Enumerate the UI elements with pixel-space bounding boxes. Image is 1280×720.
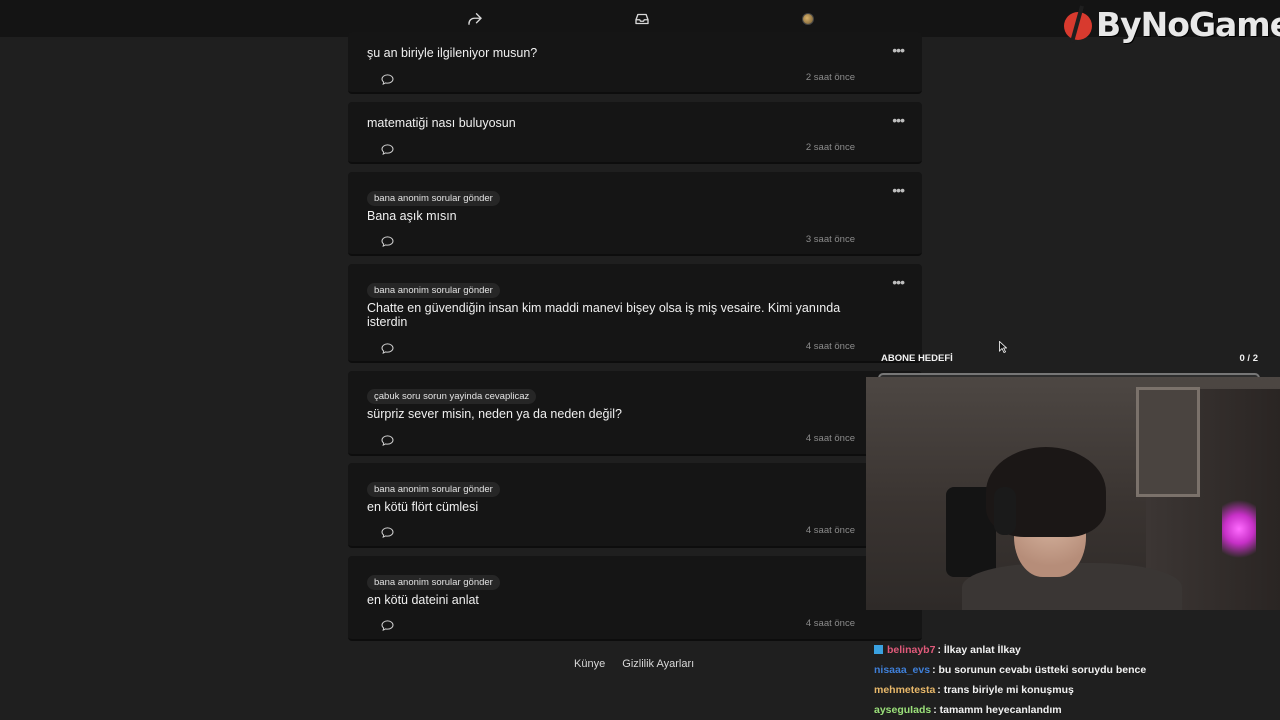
question-text: Bana aşık mısın: [367, 209, 457, 223]
chat-text: : tamamm heyecanlandım: [933, 704, 1062, 716]
chat-message: nisaaa_evs: bu sorunun cevabı üstteki so…: [874, 660, 1274, 680]
more-options-icon[interactable]: •••: [892, 275, 905, 289]
bynogame-logo-icon: [1062, 4, 1096, 44]
question-text: Chatte en güvendiğin insan kim maddi man…: [367, 301, 841, 329]
avatar-image: [802, 13, 814, 25]
timestamp: 2 saat önce: [805, 72, 855, 83]
headset-icon: [994, 487, 1016, 535]
chat-message: belinayb7: İlkay anlat İlkay: [874, 640, 1274, 660]
timestamp: 3 saat önce: [805, 234, 855, 245]
question-card[interactable]: ••• bana anonim sorular gönder Chatte en…: [348, 264, 922, 363]
question-tag: bana anonim sorular gönder: [367, 575, 500, 590]
chat-username: ayseguIads: [874, 704, 932, 716]
question-card[interactable]: çabuk soru sorun yayinda cevaplicaz sürp…: [348, 371, 922, 456]
question-card[interactable]: bana anonim sorular gönder en kötü datei…: [348, 556, 922, 641]
comment-icon[interactable]: [381, 72, 394, 86]
more-options-icon[interactable]: •••: [892, 43, 905, 57]
chat-text: : İlkay anlat İlkay: [937, 644, 1021, 656]
timestamp: 4 saat önce: [805, 341, 855, 352]
question-card[interactable]: bana anonim sorular gönder en kötü flört…: [348, 463, 922, 548]
timestamp: 2 saat önce: [805, 142, 855, 153]
webcam-pink-light: [1222, 497, 1256, 561]
chat-message: ayseguIads: tamamm heyecanlandım: [874, 700, 1274, 720]
question-tag: bana anonim sorular gönder: [367, 191, 500, 206]
inbox-icon[interactable]: [632, 9, 652, 29]
more-options-icon[interactable]: •••: [892, 183, 905, 197]
privacy-settings-link[interactable]: Gizlilik Ayarları: [622, 658, 694, 670]
watermark: ByNoGame: [1062, 0, 1280, 48]
comment-icon[interactable]: [381, 341, 394, 355]
chat-username: belinayb7: [887, 644, 936, 656]
webcam-feed: [866, 377, 1280, 610]
question-text: şu an biriyle ilgileniyor musun?: [367, 46, 538, 60]
question-card[interactable]: ••• bana anonim sorular gönder Bana aşık…: [348, 172, 922, 256]
chat-text: : bu sorunun cevabı üstteki soruydu benc…: [932, 664, 1147, 676]
goal-label: ABONE HEDEFİ: [881, 353, 953, 364]
chat-username: mehmetesta: [874, 684, 936, 696]
share-icon[interactable]: [465, 9, 485, 29]
footer: Künye Gizlilik Ayarları: [574, 658, 708, 670]
kunye-link[interactable]: Künye: [574, 658, 605, 670]
more-options-icon[interactable]: •••: [892, 113, 905, 127]
comment-icon[interactable]: [381, 234, 394, 248]
comment-icon[interactable]: [381, 525, 394, 539]
timestamp: 4 saat önce: [805, 525, 855, 536]
comment-icon[interactable]: [381, 618, 394, 632]
stream-chat: belinayb7: İlkay anlat İlkay nisaaa_evs:…: [874, 640, 1274, 720]
question-tag: bana anonim sorular gönder: [367, 283, 500, 298]
chat-text: : trans biriyle mi konuşmuş: [937, 684, 1074, 696]
question-card[interactable]: ••• şu an biriyle ilgileniyor musun? 2 s…: [348, 32, 922, 94]
question-text: matematiği nası buluyosun: [367, 116, 516, 130]
subscriber-goal: ABONE HEDEFİ 0 / 2: [866, 349, 1266, 383]
question-tag: bana anonim sorular gönder: [367, 482, 500, 497]
timestamp: 4 saat önce: [805, 618, 855, 629]
goal-count: 0 / 2: [1239, 353, 1259, 364]
question-text: en kötü flört cümlesi: [367, 500, 479, 514]
comment-icon[interactable]: [381, 142, 394, 156]
avatar[interactable]: [798, 9, 818, 29]
chat-message: mehmetesta: trans biriyle mi konuşmuş: [874, 680, 1274, 700]
chat-username: nisaaa_evs: [874, 664, 931, 676]
question-text: sürpriz sever misin, neden ya da neden d…: [367, 407, 623, 421]
question-tag: çabuk soru sorun yayinda cevaplicaz: [367, 389, 537, 404]
chat-badge-icon: [874, 644, 883, 654]
question-text: en kötü dateini anlat: [367, 593, 479, 607]
comment-icon[interactable]: [381, 433, 394, 447]
timestamp: 4 saat önce: [805, 433, 855, 444]
watermark-text: ByNoGame: [1096, 4, 1280, 44]
question-card[interactable]: ••• matematiği nası buluyosun 2 saat önc…: [348, 102, 922, 164]
webcam-door-frame: [1136, 387, 1200, 497]
